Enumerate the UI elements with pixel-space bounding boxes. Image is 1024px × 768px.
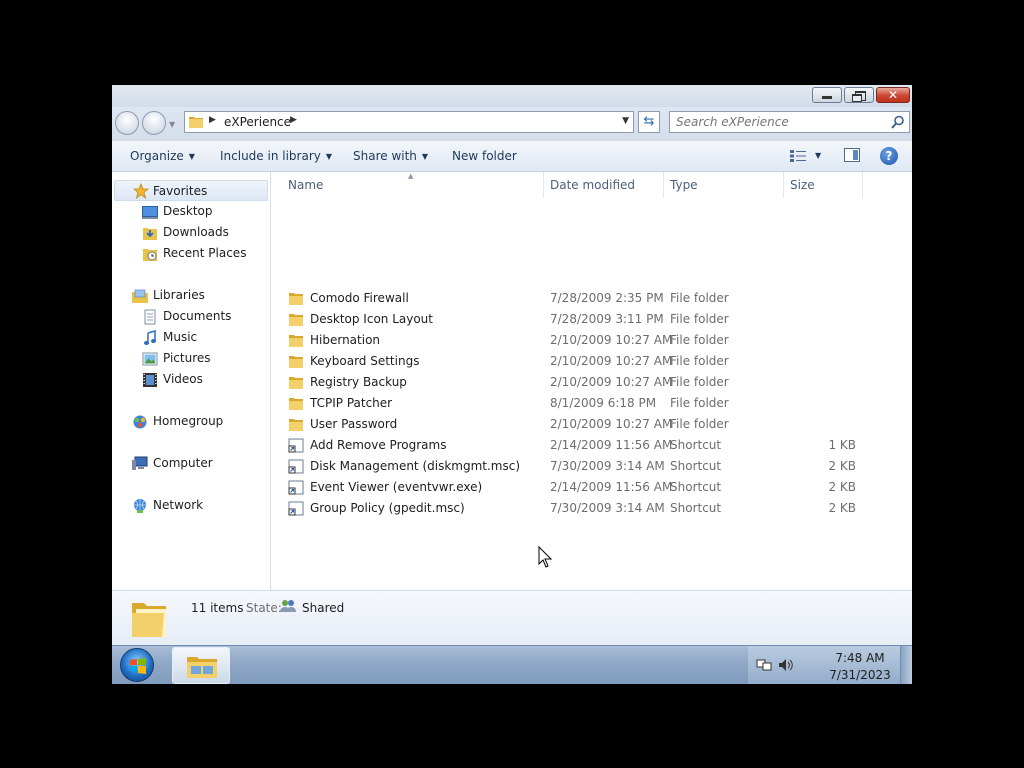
file-row[interactable]: Event Viewer (eventvwr.exe) 2/14/2009 11:… bbox=[288, 477, 888, 498]
state-label: State: bbox=[246, 601, 282, 615]
details-pane: 11 items State: Shared bbox=[112, 590, 912, 646]
search-icon[interactable] bbox=[891, 115, 905, 129]
file-row[interactable]: Desktop Icon Layout 7/28/2009 3:11 PM File… bbox=[288, 309, 888, 330]
file-row[interactable]: Keyboard Settings 2/10/2009 10:27 AM File … bbox=[288, 351, 888, 372]
folder-icon bbox=[289, 398, 303, 410]
view-dropdown-icon[interactable]: ▼ bbox=[815, 151, 821, 160]
file-row[interactable]: Comodo Firewall 7/28/2009 2:35 PM File fol… bbox=[288, 288, 888, 309]
file-row[interactable]: TCPIP Patcher 8/1/2009 6:18 PM File folder bbox=[288, 393, 888, 414]
folder-icon bbox=[289, 293, 303, 305]
search-input[interactable] bbox=[676, 114, 881, 130]
file-row[interactable]: Group Policy (gpedit.msc) 7/30/2009 3:14 … bbox=[288, 498, 888, 519]
folder-icon bbox=[289, 335, 303, 347]
address-dropdown-icon[interactable]: ▼ bbox=[622, 116, 629, 126]
include-in-library-menu[interactable]: Include in library ▼ bbox=[220, 149, 332, 163]
pictures-icon bbox=[142, 352, 158, 366]
file-row[interactable]: Registry Backup 2/10/2009 10:27 AM File fo… bbox=[288, 372, 888, 393]
music-icon bbox=[144, 330, 156, 345]
chevron-down-icon: ▼ bbox=[421, 152, 429, 161]
chevron-right-icon[interactable]: ▶ bbox=[209, 115, 216, 125]
chevron-right-icon[interactable]: ▶ bbox=[290, 115, 297, 125]
command-bar: Organize ▼ Include in library ▼ Share with… bbox=[112, 141, 912, 172]
folder-icon bbox=[289, 356, 303, 368]
file-row[interactable]: User Password 2/10/2009 10:27 AM File fold… bbox=[288, 414, 888, 435]
mouse-cursor-icon bbox=[538, 546, 552, 568]
folder-icon bbox=[289, 314, 303, 326]
shortcut-icon bbox=[288, 501, 304, 516]
state-value: Shared bbox=[302, 601, 345, 615]
start-button[interactable] bbox=[120, 648, 154, 682]
close-button[interactable]: ✕ bbox=[876, 87, 910, 103]
address-bar[interactable]: ▶ eXPerience ▶ ▼ bbox=[184, 111, 634, 133]
downloads-icon bbox=[143, 228, 157, 240]
close-icon: ✕ bbox=[887, 88, 899, 102]
preview-pane-icon[interactable] bbox=[844, 148, 860, 162]
shortcut-icon bbox=[288, 459, 304, 474]
navigation-pane: Favorites Desktop Downloads Recent Place… bbox=[112, 172, 271, 590]
forward-button[interactable] bbox=[142, 111, 166, 135]
taskbar-explorer-button[interactable] bbox=[172, 647, 230, 684]
clock-date: 7/31/2023 bbox=[829, 668, 891, 682]
minimize-button[interactable] bbox=[812, 87, 842, 103]
chevron-down-icon: ▼ bbox=[188, 152, 195, 161]
taskbar: 7:48 AM 7/31/2023 bbox=[112, 645, 912, 684]
libraries-icon bbox=[132, 289, 148, 303]
videos-icon bbox=[143, 373, 157, 387]
address-row: ▼ ▶ eXPerience ▶ ▼ ⇆ bbox=[112, 107, 912, 141]
organize-menu[interactable]: Organize ▼ bbox=[130, 149, 195, 163]
volume-icon[interactable] bbox=[778, 658, 794, 672]
network-status-icon[interactable] bbox=[756, 658, 772, 672]
column-size[interactable]: Size bbox=[790, 178, 815, 192]
star-icon bbox=[133, 183, 149, 199]
file-row[interactable]: Add Remove Programs 2/14/2009 11:56 AM Sho… bbox=[288, 435, 888, 456]
file-row[interactable]: Hibernation 2/10/2009 10:27 AM File folder bbox=[288, 330, 888, 351]
column-date-modified[interactable]: Date modified bbox=[550, 178, 635, 192]
view-options-icon[interactable] bbox=[790, 150, 806, 162]
file-list: ▲ Name Date modified Type Size Comodo Fi… bbox=[271, 172, 912, 590]
clock-time: 7:48 AM bbox=[835, 651, 885, 665]
file-row[interactable]: Disk Management (diskmgmt.msc) 7/30/2009 … bbox=[288, 456, 888, 477]
shortcut-icon bbox=[288, 480, 304, 495]
help-icon[interactable]: ? bbox=[880, 147, 898, 165]
windows-logo-icon bbox=[130, 658, 146, 674]
computer-icon bbox=[132, 456, 148, 470]
breadcrumb-experience[interactable]: eXPerience bbox=[224, 115, 291, 129]
nav-favorites[interactable]: Favorites bbox=[114, 180, 268, 201]
chevron-down-icon: ▼ bbox=[325, 152, 333, 161]
explorer-window: ✕ ▼ ▶ eXPerience ▶ ▼ ⇆ Organize▼ Include… bbox=[112, 85, 912, 684]
back-button[interactable] bbox=[115, 111, 139, 135]
window-controls: ✕ bbox=[812, 87, 910, 103]
folder-icon bbox=[289, 419, 303, 431]
folder-icon bbox=[289, 377, 303, 389]
minimize-icon bbox=[822, 96, 832, 99]
show-desktop-button[interactable] bbox=[900, 646, 912, 684]
refresh-icon: ⇆ bbox=[643, 114, 655, 129]
sort-ascending-icon: ▲ bbox=[408, 172, 414, 180]
share-with-menu[interactable]: Share with ▼ bbox=[353, 149, 428, 163]
folder-icon bbox=[189, 117, 203, 128]
homegroup-icon bbox=[133, 415, 147, 429]
new-folder-button[interactable]: New folder bbox=[452, 149, 517, 163]
folder-icon bbox=[132, 603, 166, 637]
network-icon bbox=[134, 499, 146, 513]
recent-pages-dropdown[interactable]: ▼ bbox=[169, 120, 175, 129]
restore-button[interactable] bbox=[844, 87, 874, 103]
documents-icon bbox=[144, 309, 156, 325]
explorer-folder-icon bbox=[187, 657, 217, 678]
desktop-icon bbox=[142, 206, 158, 219]
column-type[interactable]: Type bbox=[670, 178, 698, 192]
title-bar[interactable]: ✕ bbox=[112, 85, 912, 107]
search-box[interactable] bbox=[669, 111, 910, 133]
column-name[interactable]: Name bbox=[288, 178, 323, 192]
shortcut-icon bbox=[288, 438, 304, 453]
item-count: 11 items bbox=[191, 601, 244, 615]
recent-places-icon bbox=[143, 249, 157, 261]
clock[interactable]: 7:48 AM 7/31/2023 bbox=[828, 650, 892, 684]
refresh-button[interactable]: ⇆ bbox=[638, 111, 660, 133]
shared-users-icon bbox=[280, 600, 296, 612]
